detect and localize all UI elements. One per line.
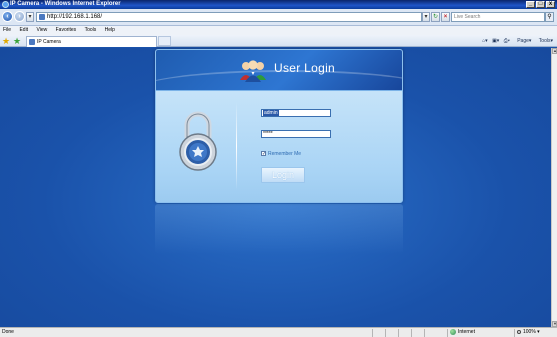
login-button[interactable]: Login — [261, 167, 305, 183]
command-bar: ⌂▾ ▣▾ ⎙▾ Page▾ Tools▾ — [479, 37, 553, 45]
close-button[interactable]: x — [546, 1, 555, 8]
menu-edit[interactable]: Edit — [18, 26, 29, 35]
menu-favorites[interactable]: Favorites — [55, 26, 78, 35]
search-input[interactable]: Live Search — [451, 12, 545, 22]
menu-file[interactable]: File — [2, 26, 12, 35]
zoom-icon — [517, 330, 521, 334]
new-tab-button[interactable] — [158, 36, 171, 46]
remember-me-checkbox[interactable]: ✓ — [261, 151, 266, 157]
status-cell — [372, 329, 373, 337]
scroll-up-icon[interactable]: ▲ — [552, 48, 557, 54]
feeds-icon[interactable]: ▣▾ — [492, 38, 499, 44]
status-cell — [424, 329, 425, 337]
print-icon[interactable]: ⎙▾ — [504, 38, 510, 44]
status-text: Done — [2, 329, 14, 335]
panel-divider — [236, 102, 237, 190]
title-bar[interactable]: IP Camera - Windows Internet Explorer _ … — [0, 0, 557, 9]
status-cell — [398, 329, 399, 337]
add-favorite-icon[interactable]: ★ — [13, 37, 21, 46]
tab-ip-camera[interactable]: IP Camera — [26, 36, 157, 47]
tab-label: IP Camera — [37, 39, 61, 45]
zone-label: Internet — [458, 329, 475, 335]
zoom-control[interactable]: 100% ▾ — [516, 328, 540, 337]
globe-icon — [450, 329, 456, 335]
stop-icon[interactable]: × — [441, 12, 450, 22]
url-text: http://192.168.1.168/ — [47, 14, 103, 20]
forward-arrow-icon[interactable]: › — [14, 11, 25, 22]
menu-view[interactable]: View — [35, 26, 48, 35]
login-header: User Login — [156, 50, 402, 91]
password-field[interactable]: ***** — [261, 130, 331, 138]
refresh-icon[interactable]: ↻ — [431, 12, 440, 22]
menu-tools[interactable]: Tools — [84, 26, 98, 35]
padlock-icon — [179, 111, 217, 171]
back-arrow-icon[interactable]: ‹ — [2, 11, 13, 22]
home-icon[interactable]: ⌂▾ — [482, 38, 488, 44]
search-icon[interactable]: ⚲ — [545, 12, 554, 22]
login-title: User Login — [274, 61, 336, 75]
users-group-icon — [240, 60, 266, 82]
tab-page-icon — [29, 39, 35, 45]
header-swoosh — [156, 70, 402, 110]
address-toolbar: ‹ › ▾ http://192.168.1.168/ ▾ ↻ × Live S… — [0, 9, 557, 26]
window-controls: _ □ x — [526, 1, 555, 8]
status-cell — [514, 329, 515, 337]
username-value: admin — [263, 110, 279, 116]
favorites-star-icon[interactable]: ★ — [2, 37, 10, 46]
security-zone[interactable]: Internet — [449, 328, 475, 337]
status-cell — [385, 329, 386, 337]
address-input[interactable]: http://192.168.1.168/ — [36, 12, 422, 22]
tools-menu[interactable]: Tools▾ — [536, 38, 553, 44]
menu-help[interactable]: Help — [104, 26, 116, 35]
login-panel-reflection — [155, 204, 403, 254]
tab-bar: ★ ★ IP Camera ⌂▾ ▣▾ ⎙▾ Page▾ Tools▾ — [0, 35, 557, 47]
tools-menu-label: Tools — [538, 38, 551, 44]
menu-bar: File Edit View Favorites Tools Help — [0, 26, 557, 35]
address-dropdown-icon[interactable]: ▾ — [422, 12, 430, 22]
window-title: IP Camera - Windows Internet Explorer — [10, 1, 121, 7]
remember-me-label: Remember Me — [268, 151, 302, 157]
zoom-label: 100% — [523, 329, 536, 335]
ie-logo-icon — [2, 1, 9, 8]
status-bar: Done Internet 100% ▾ — [0, 327, 557, 337]
browser-window: IP Camera - Windows Internet Explorer _ … — [0, 0, 557, 337]
page-menu[interactable]: Page▾ — [514, 38, 531, 44]
minimize-button[interactable]: _ — [526, 1, 535, 8]
status-cell — [411, 329, 412, 337]
history-dropdown-icon[interactable]: ▾ — [26, 12, 34, 22]
status-cell — [447, 329, 448, 337]
username-field[interactable]: admin — [261, 109, 331, 117]
page-icon — [39, 14, 45, 20]
maximize-button[interactable]: □ — [536, 1, 545, 8]
remember-me-option[interactable]: ✓ Remember Me — [261, 151, 301, 157]
page-menu-label: Page — [517, 38, 529, 44]
vertical-scrollbar[interactable]: ▲ ▼ — [551, 48, 557, 327]
login-panel: User Login admin ***** ✓ Remember Me Logi… — [155, 49, 403, 203]
